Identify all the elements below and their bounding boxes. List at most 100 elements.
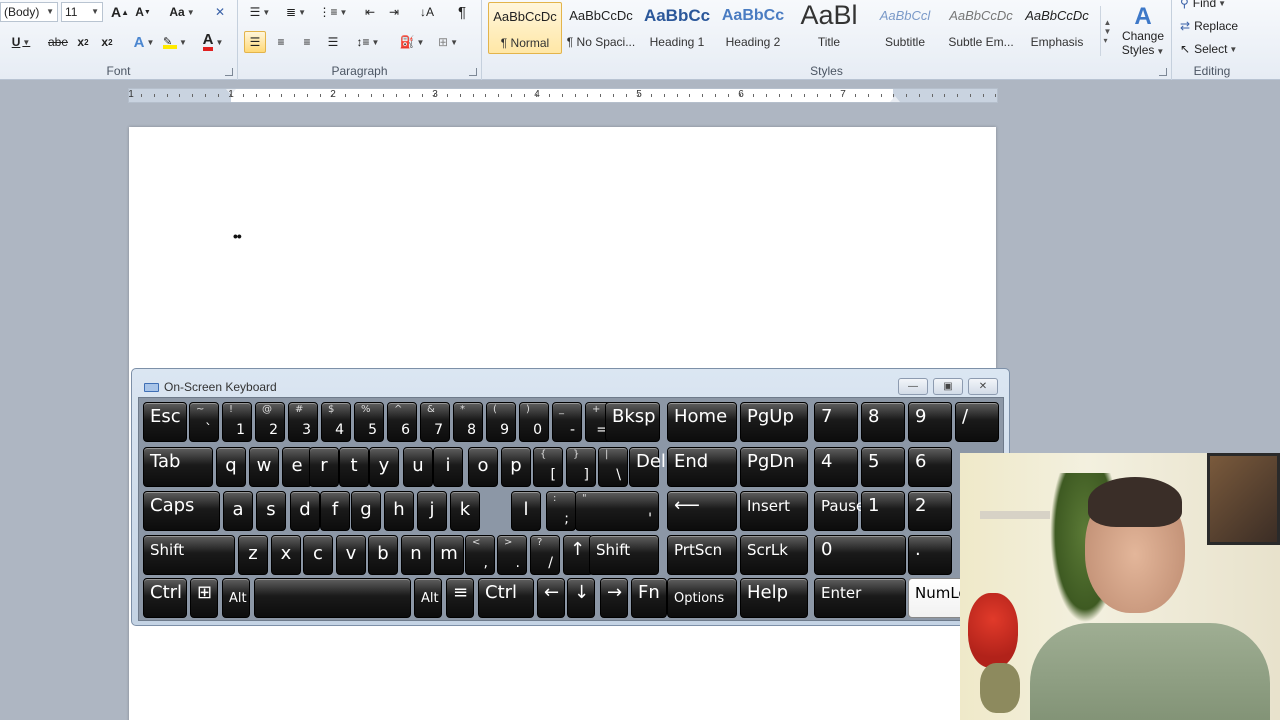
key-shift[interactable]: Shift — [589, 535, 659, 575]
key-k[interactable]: k — [450, 491, 480, 531]
style-subtitle[interactable]: AaBbCcl Subtitle — [868, 2, 942, 54]
key-t[interactable]: t — [339, 447, 369, 487]
key-ctrl[interactable]: Ctrl — [478, 578, 534, 618]
key-symbol[interactable]: ⊞ — [190, 578, 218, 618]
key-2[interactable]: 2 — [908, 491, 952, 531]
decrease-indent-button[interactable]: ⇤ — [360, 3, 380, 21]
key-esc[interactable]: Esc — [143, 402, 187, 442]
key-bksp[interactable]: Bksp — [605, 402, 660, 442]
key-symbol[interactable]: . — [908, 535, 952, 575]
key-x[interactable]: x — [271, 535, 301, 575]
key-l[interactable]: l — [511, 491, 541, 531]
key-insert[interactable]: Insert — [740, 491, 808, 531]
key-p[interactable]: p — [501, 447, 531, 487]
multilevel-list-button[interactable]: ⋮≡ ▼ — [318, 3, 348, 21]
key-2[interactable]: @2 — [255, 402, 285, 442]
key-1[interactable]: 1 — [861, 491, 905, 531]
superscript-button[interactable]: x2 — [98, 32, 116, 52]
key-m[interactable]: m — [434, 535, 464, 575]
key-pause[interactable]: Pause — [814, 491, 865, 531]
right-indent-marker[interactable] — [890, 96, 900, 102]
align-right-button[interactable]: ≡ — [296, 32, 318, 52]
key-9[interactable]: (9 — [486, 402, 516, 442]
key-symbol[interactable]: | \ — [598, 447, 628, 487]
key-shift[interactable]: Shift — [143, 535, 235, 575]
key-symbol[interactable]: :; — [546, 491, 576, 531]
key-prtscn[interactable]: PrtScn — [667, 535, 737, 575]
key-pgup[interactable]: PgUp — [740, 402, 808, 442]
key-end[interactable]: End — [667, 447, 737, 487]
select-button[interactable]: ↖ Select ▼ — [1180, 40, 1250, 58]
key-3[interactable]: #3 — [288, 402, 318, 442]
style-heading-2[interactable]: AaBbCc Heading 2 — [716, 2, 790, 54]
paragraph-dialog-launcher[interactable] — [469, 68, 477, 76]
on-screen-keyboard-window[interactable]: On-Screen Keyboard — ▣ ✕ Esc ~ `! 1 @2 #3 $4% 5… — [131, 368, 1010, 626]
change-styles-button[interactable]: A Change Styles ▼ — [1118, 0, 1168, 62]
key-q[interactable]: q — [216, 447, 246, 487]
key-space[interactable] — [254, 578, 411, 618]
font-color-button[interactable]: A ▼ — [198, 32, 228, 52]
key-c[interactable]: c — [303, 535, 333, 575]
key-symbol[interactable]: ? / — [530, 535, 560, 575]
grow-font-button[interactable]: A ▲ — [110, 3, 130, 21]
style-emphasis[interactable]: AaBbCcDc Emphasis — [1020, 2, 1094, 54]
change-case-button[interactable]: Aa ▼ — [168, 3, 196, 21]
key-n[interactable]: n — [401, 535, 431, 575]
key-7[interactable]: 7 — [814, 402, 858, 442]
key-z[interactable]: z — [238, 535, 268, 575]
key-symbol[interactable]: ≡ — [446, 578, 474, 618]
key-symbol[interactable]: ⟵ — [667, 491, 737, 531]
highlight-button[interactable]: ✎ ▼ — [162, 32, 188, 52]
key-symbol[interactable]: / — [955, 402, 999, 442]
replace-button[interactable]: ⇄ Replace — [1180, 17, 1250, 35]
borders-button[interactable]: ⊞ ▼ — [434, 32, 462, 52]
strikethrough-button[interactable]: abe — [46, 32, 70, 52]
bullets-button[interactable]: ☰ ▼ — [246, 3, 274, 21]
key-u[interactable]: u — [403, 447, 433, 487]
key-symbol[interactable]: → — [600, 578, 628, 618]
key-o[interactable]: o — [468, 447, 498, 487]
underline-button[interactable]: U ▼ — [10, 32, 32, 52]
key-symbol[interactable]: ← — [537, 578, 565, 618]
key-caps[interactable]: Caps — [143, 491, 220, 531]
key-8[interactable]: 8 — [861, 402, 905, 442]
style-normal[interactable]: AaBbCcDc ¶ Normal — [488, 2, 562, 54]
key-8[interactable]: * 8 — [453, 402, 483, 442]
style-title[interactable]: AaBl Title — [792, 0, 866, 54]
justify-button[interactable]: ☰ — [322, 32, 344, 52]
key-alt[interactable]: Alt — [222, 578, 250, 618]
key-help[interactable]: Help — [740, 578, 808, 618]
style-no-spacing[interactable]: AaBbCcDc ¶ No Spaci... — [564, 2, 638, 54]
key-pgdn[interactable]: PgDn — [740, 447, 808, 487]
key-scrlk[interactable]: ScrLk — [740, 535, 808, 575]
key-5[interactable]: % 5 — [354, 402, 384, 442]
styles-dialog-launcher[interactable] — [1159, 68, 1167, 76]
clear-formatting-button[interactable]: ✕ — [210, 3, 230, 21]
key-symbol[interactable]: _ - — [552, 402, 582, 442]
align-center-button[interactable]: ≡ — [270, 32, 292, 52]
show-formatting-button[interactable]: ¶ — [452, 3, 472, 21]
shading-button[interactable]: ⛽ ▼ — [398, 32, 426, 52]
font-size-combo[interactable]: 11 ▼ — [61, 2, 103, 22]
key-del[interactable]: Del — [629, 447, 666, 487]
find-button[interactable]: ⚲ Find ▼ — [1180, 0, 1246, 12]
key-e[interactable]: e — [282, 447, 312, 487]
key-g[interactable]: g — [351, 491, 381, 531]
key-9[interactable]: 9 — [908, 402, 952, 442]
key-6[interactable]: 6 — [908, 447, 952, 487]
key-y[interactable]: y — [369, 447, 399, 487]
key-1[interactable]: ! 1 — [222, 402, 252, 442]
key-i[interactable]: i — [433, 447, 463, 487]
key-enter[interactable]: Enter — [814, 578, 906, 618]
key-6[interactable]: ^ 6 — [387, 402, 417, 442]
numbering-button[interactable]: ≣ ▼ — [282, 3, 310, 21]
key-j[interactable]: j — [417, 491, 447, 531]
line-spacing-button[interactable]: ↕≡ ▼ — [354, 32, 382, 52]
key-d[interactable]: d — [290, 491, 320, 531]
font-dialog-launcher[interactable] — [225, 68, 233, 76]
key-v[interactable]: v — [336, 535, 366, 575]
key-4[interactable]: $4 — [321, 402, 351, 442]
text-effects-button[interactable]: A ▼ — [132, 32, 156, 52]
font-name-combo[interactable]: (Body) ▼ — [0, 2, 58, 22]
styles-scroll-button[interactable]: ▲ ▼ ▾ — [1100, 6, 1114, 56]
